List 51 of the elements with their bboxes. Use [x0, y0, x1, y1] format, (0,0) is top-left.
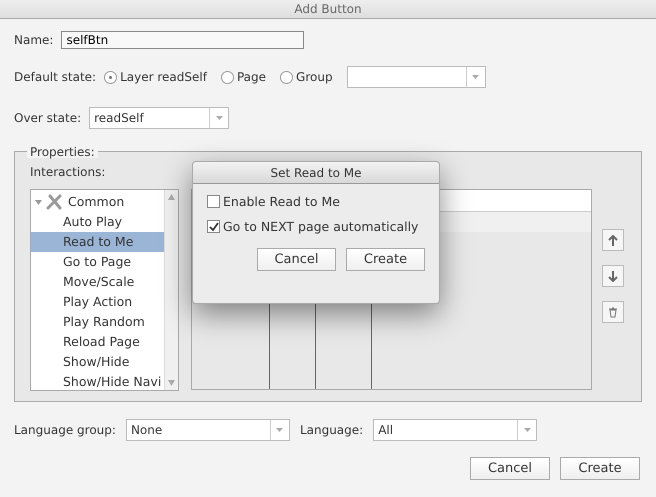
list-item[interactable]: Play Action — [31, 292, 164, 312]
list-item[interactable]: Show/Hide — [31, 352, 164, 372]
language-label: Language: — [300, 423, 364, 437]
checkbox[interactable] — [207, 195, 220, 208]
list-item[interactable]: Go to Page — [31, 252, 164, 272]
language-dropdown[interactable]: All — [373, 419, 538, 441]
dialog-button[interactable]: Create — [560, 457, 640, 480]
delete-button[interactable] — [602, 301, 624, 323]
trash-icon — [608, 306, 618, 318]
dropdown-caret-icon — [216, 116, 223, 120]
language-group-dropdown[interactable]: None — [126, 419, 290, 441]
scrollbar[interactable] — [164, 190, 178, 390]
list-item[interactable]: Auto Play — [31, 212, 164, 232]
window-title: Add Button — [294, 2, 362, 16]
move-up-button[interactable] — [602, 229, 624, 251]
dropdown-caret-icon — [276, 428, 284, 432]
radio-label: Page — [236, 70, 266, 84]
tree-group[interactable]: Common — [31, 192, 164, 212]
modal-button[interactable]: Create — [346, 248, 425, 271]
properties-legend: Properties: — [27, 146, 98, 158]
radio-button[interactable] — [220, 70, 234, 84]
radio-button[interactable] — [104, 70, 118, 84]
modal-button[interactable]: Cancel — [257, 248, 336, 271]
name-field[interactable]: selfBtn — [61, 31, 304, 49]
up-arrow-icon — [608, 234, 618, 246]
radio-label: Layer readSelf — [120, 70, 207, 84]
scroll-up-icon[interactable] — [168, 194, 175, 200]
over-state-label: Over state: — [14, 111, 82, 125]
dropdown-caret-icon — [524, 428, 531, 432]
move-down-button[interactable] — [602, 265, 624, 287]
list-item[interactable]: Show/Hide Navi — [31, 372, 164, 392]
list-item[interactable]: Reload Page — [31, 332, 164, 352]
checkbox-label: Enable Read to Me — [223, 194, 340, 209]
modal-title: Set Read to Me — [270, 166, 362, 180]
list-item[interactable]: Play Random — [31, 312, 164, 332]
radio-button[interactable] — [280, 70, 294, 84]
name-label: Name: — [14, 33, 54, 47]
default-state-label: Default state: — [14, 70, 96, 84]
scroll-down-icon[interactable] — [168, 380, 175, 386]
dialog-button[interactable]: Cancel — [470, 457, 550, 480]
language-group-label: Language group: — [14, 423, 116, 437]
interactions-label: Interactions: — [30, 165, 106, 179]
over-state-dropdown[interactable]: readSelf — [89, 107, 230, 129]
dropdown-caret-icon — [472, 75, 480, 79]
checkbox-label: Go to NEXT page automatically — [223, 219, 418, 234]
down-arrow-icon — [608, 270, 618, 282]
group-dropdown[interactable] — [346, 66, 486, 88]
list-item[interactable]: Move/Scale — [31, 272, 164, 292]
list-item[interactable]: Read to Me — [31, 232, 164, 252]
radio-label: Group — [296, 70, 333, 84]
checkbox[interactable] — [207, 220, 220, 233]
